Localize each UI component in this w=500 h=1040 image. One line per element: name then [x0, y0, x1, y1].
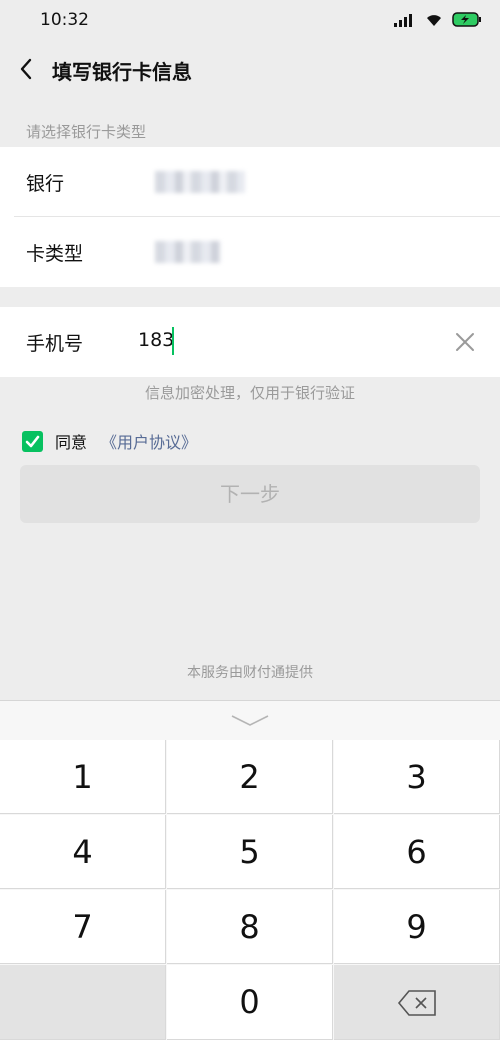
phone-row[interactable]: 手机号 183 [0, 307, 500, 377]
key-blank [0, 965, 166, 1040]
chevron-down-icon [231, 715, 269, 726]
agree-text: 同意 [55, 433, 88, 452]
card-type-label: 卡类型 [26, 243, 84, 265]
status-bar: 10:32 [0, 0, 500, 42]
user-agreement-link[interactable]: 《用户协议》 [101, 429, 197, 453]
key-7[interactable]: 7 [0, 890, 166, 964]
key-8[interactable]: 8 [167, 890, 333, 964]
wifi-icon [427, 15, 441, 26]
status-icons [394, 12, 482, 27]
bank-row[interactable]: 银行 [0, 147, 500, 217]
bank-label: 银行 [26, 173, 65, 195]
phone-group: 手机号 183 [0, 307, 500, 377]
text-cursor [172, 327, 174, 355]
encryption-hint: 信息加密处理，仅用于银行验证 [144, 384, 355, 402]
service-provider-note: 本服务由财付通提供 [187, 665, 313, 681]
bank-value-blurred [155, 171, 245, 193]
nav-bar: 填写银行卡信息 [0, 42, 500, 100]
agreement-row: 同意 《用户协议》 [22, 428, 197, 454]
phone-input[interactable]: 183 [138, 329, 174, 351]
key-1[interactable]: 1 [0, 740, 166, 814]
page-title: 填写银行卡信息 [52, 60, 192, 84]
card-type-row[interactable]: 卡类型 [0, 217, 500, 287]
key-5[interactable]: 5 [167, 815, 333, 889]
signal-icon [394, 13, 412, 27]
key-3[interactable]: 3 [334, 740, 500, 814]
card-type-value-blurred [155, 241, 221, 263]
status-time: 10:32 [40, 10, 89, 30]
key-6[interactable]: 6 [334, 815, 500, 889]
agree-checkbox[interactable] [22, 430, 43, 452]
key-9[interactable]: 9 [334, 890, 500, 964]
phone-label: 手机号 [26, 333, 84, 355]
bank-card-group: 银行 卡类型 [0, 147, 500, 287]
battery-charging-icon [452, 12, 481, 27]
checkmark-icon [25, 435, 40, 447]
keyboard-collapse-button[interactable] [0, 701, 500, 740]
key-2[interactable]: 2 [167, 740, 333, 814]
key-delete[interactable] [334, 965, 500, 1040]
key-0[interactable]: 0 [167, 965, 333, 1040]
key-4[interactable]: 4 [0, 815, 166, 889]
section-label: 请选择银行卡类型 [26, 123, 147, 141]
numeric-keyboard: 1 2 3 4 5 6 7 8 9 0 [0, 700, 500, 1040]
back-arrow-icon[interactable] [14, 54, 40, 84]
clear-icon[interactable] [454, 331, 476, 353]
backspace-icon [397, 990, 436, 1016]
next-button[interactable]: 下一步 [20, 465, 480, 523]
